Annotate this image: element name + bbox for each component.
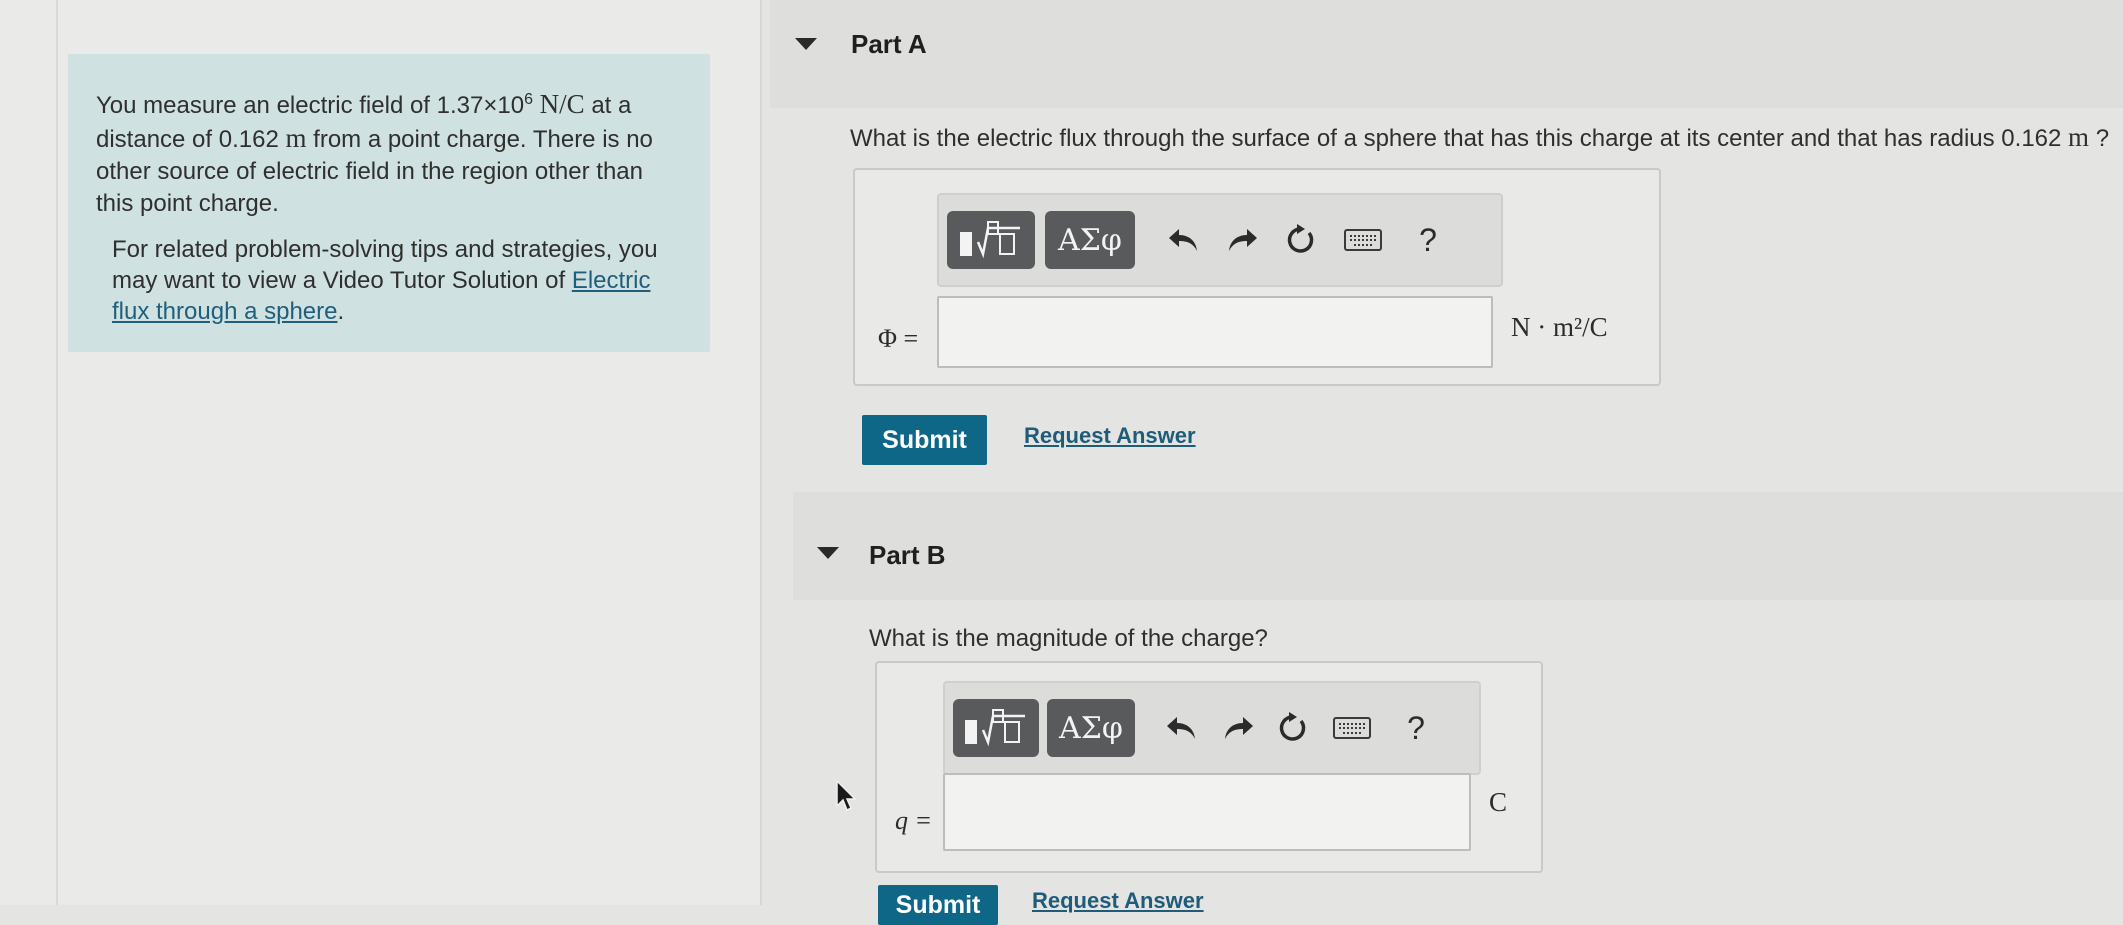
templates-button[interactable] xyxy=(947,211,1035,269)
undo-icon[interactable] xyxy=(1159,705,1205,751)
flux-unit-label: N · m²/C xyxy=(1511,312,1608,342)
chevron-down-icon[interactable] xyxy=(795,38,817,50)
help-button[interactable]: ? xyxy=(1405,217,1451,263)
fraction-radical-icon xyxy=(965,709,1025,747)
problem-distance-unit: m xyxy=(285,123,307,153)
charge-answer-input[interactable] xyxy=(943,773,1471,851)
redo-icon[interactable] xyxy=(1219,217,1265,263)
reset-icon[interactable] xyxy=(1269,705,1315,751)
chevron-down-icon[interactable] xyxy=(817,547,839,559)
undo-icon[interactable] xyxy=(1161,217,1207,263)
flux-answer-input[interactable] xyxy=(937,296,1493,368)
part-a-request-answer-link[interactable]: Request Answer xyxy=(1024,423,1196,449)
part-a-question-text: What is the electric flux through the su… xyxy=(850,125,2069,152)
problem-exponent: 6 xyxy=(524,91,533,108)
part-a-header[interactable] xyxy=(770,0,2123,108)
panel-divider xyxy=(56,0,58,905)
part-a-question: What is the electric flux through the su… xyxy=(850,122,2109,153)
charge-unit-label: C xyxy=(1489,787,1508,817)
part-b-title: Part B xyxy=(869,540,946,570)
part-a-title: Part A xyxy=(851,29,927,59)
part-a-question-end: ? xyxy=(2089,125,2110,152)
help-button[interactable]: ? xyxy=(1393,705,1439,751)
part-a-math-toolbar: ΑΣφ ? xyxy=(937,193,1503,287)
part-b-submit-button[interactable]: Submit xyxy=(878,885,998,925)
part-b-header[interactable] xyxy=(793,492,2123,600)
templates-button[interactable] xyxy=(953,699,1039,757)
greek-symbols-button[interactable]: ΑΣφ xyxy=(1047,699,1135,757)
problem-intro: You measure an electric field of 1.37×10 xyxy=(96,92,525,119)
mouse-cursor-icon xyxy=(836,779,858,817)
part-a-submit-button[interactable]: Submit xyxy=(862,415,987,465)
tips-end: . xyxy=(337,298,345,325)
problem-statement: You measure an electric field of 1.37×10… xyxy=(96,84,676,220)
fraction-radical-icon xyxy=(960,221,1020,259)
keyboard-icon[interactable] xyxy=(1329,705,1375,751)
flux-variable-label: Φ = xyxy=(878,324,919,353)
redo-icon[interactable] xyxy=(1215,705,1261,751)
greek-symbols-button[interactable]: ΑΣφ xyxy=(1045,211,1135,269)
part-b-request-answer-link[interactable]: Request Answer xyxy=(1032,888,1204,914)
keyboard-icon[interactable] xyxy=(1340,217,1386,263)
tips-paragraph: For related problem-solving tips and str… xyxy=(112,234,692,327)
reset-icon[interactable] xyxy=(1277,217,1323,263)
charge-variable-label: q = xyxy=(895,806,933,835)
part-b-question: What is the magnitude of the charge? xyxy=(869,625,1268,652)
problem-field-unit: N/C xyxy=(539,89,585,119)
part-a-radius-unit: m xyxy=(2068,122,2090,152)
part-b-math-toolbar: ΑΣφ ? xyxy=(943,681,1481,775)
